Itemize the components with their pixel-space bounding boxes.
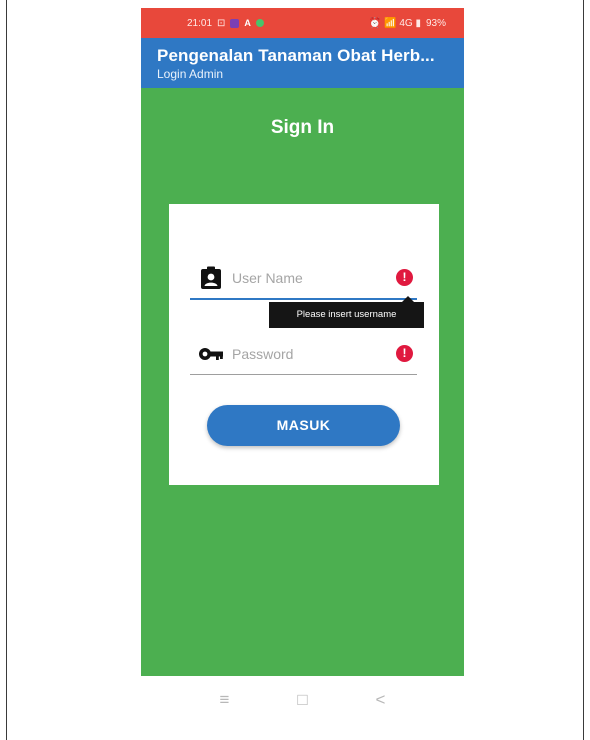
contact-badge-icon [201,266,221,289]
app-subtitle: Login Admin [157,67,224,81]
home-button[interactable]: □ [293,690,313,710]
login-card: ! Please insert username ! MASUK [169,204,439,485]
username-error-icon[interactable]: ! [396,269,413,286]
password-input[interactable] [232,342,382,366]
status-left-group: 21:01 ⊡ A [187,18,264,29]
status-system-icons: ⏰ 📶 4G ▮ [368,17,421,29]
error-tooltip: Please insert username [269,302,424,328]
notification-dot-icon [255,19,264,27]
notification-a-icon: A [244,18,251,28]
phone-screen: 21:01 ⊡ A ⏰ 📶 4G ▮ 93% Pengenalan Tanama… [141,8,464,740]
notification-app-icon [230,18,240,28]
app-bar: Pengenalan Tanaman Obat Herb... Login Ad… [141,38,464,88]
app-title: Pengenalan Tanaman Obat Herb... [157,46,435,65]
frame-right-border [583,0,584,740]
login-screen-body: Sign In ! Please insert username [141,88,464,676]
password-field: ! [190,336,417,375]
username-input[interactable] [232,266,382,290]
frame-left-border [6,0,7,740]
status-left-glyph: ⊡ [217,17,226,29]
status-time: 21:01 [187,17,213,29]
system-nav-bar: ≡ □ < [141,676,464,724]
status-right-group: ⏰ 📶 4G ▮ 93% [369,18,446,29]
back-button[interactable]: < [371,690,391,710]
password-error-icon[interactable]: ! [396,345,413,362]
login-button[interactable]: MASUK [207,405,400,446]
key-icon [199,348,223,360]
username-field: ! [190,260,417,300]
status-bar: 21:01 ⊡ A ⏰ 📶 4G ▮ 93% [141,8,464,38]
battery-level: 93% [425,17,446,29]
recent-apps-button[interactable]: ≡ [215,690,235,710]
page-title: Sign In [270,117,335,138]
